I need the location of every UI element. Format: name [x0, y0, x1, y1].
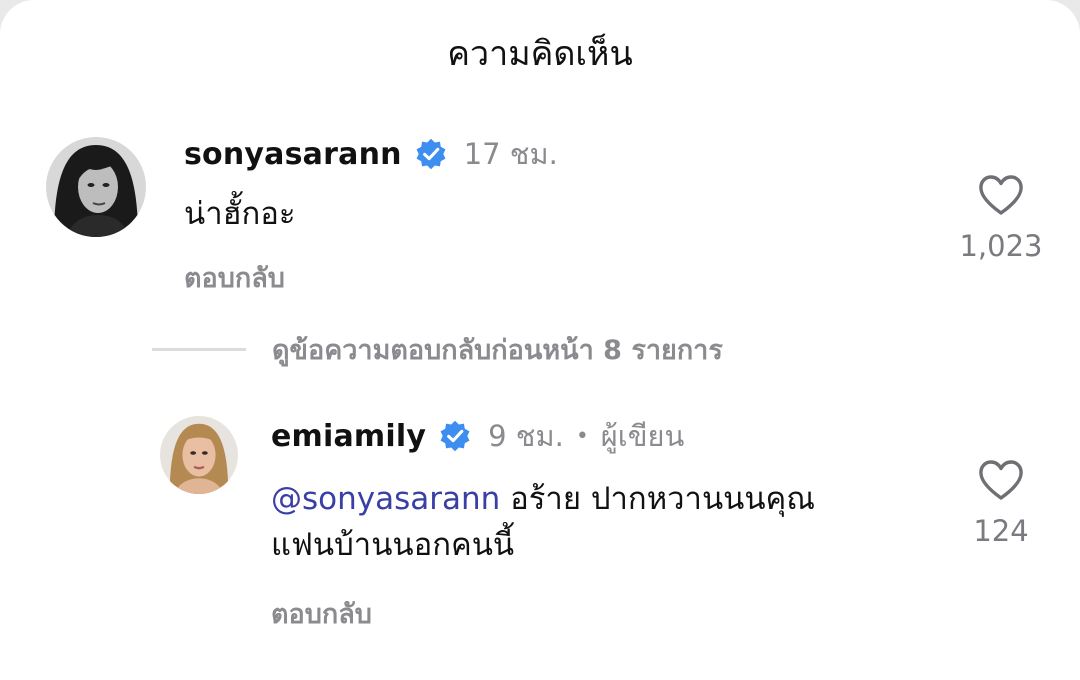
- reply-header: emiamily 9 ชม. • ผู้เขียน: [271, 413, 684, 459]
- view-previous-replies[interactable]: ดูข้อความตอบกลับก่อนหน้า 8 รายการ: [152, 328, 723, 371]
- reply-time: 9 ชม.: [488, 419, 564, 453]
- view-replies-label: ดูข้อความตอบกลับก่อนหน้า 8 รายการ: [272, 335, 723, 366]
- reply-text-line1: อร้าย ปากหวานนนคุณ: [500, 481, 816, 517]
- comments-sheet: ความคิดเห็น sonyasarann 17 ชม. น่าฮั้กอะ…: [0, 0, 1080, 680]
- author-badge: ผู้เขียน: [600, 419, 685, 453]
- like-control: 1,023: [956, 173, 1046, 263]
- reply-text: @sonyasarann อร้าย ปากหวานนนคุณ แฟนบ้านน…: [271, 476, 931, 568]
- like-control: 124: [956, 458, 1046, 548]
- verified-badge-icon: [438, 419, 472, 453]
- heart-icon[interactable]: [977, 458, 1025, 502]
- divider-line: [152, 348, 246, 351]
- sheet-title: ความคิดเห็น: [447, 34, 633, 74]
- avatar[interactable]: [46, 137, 146, 237]
- reply-text-line2: แฟนบ้านนอกคนนี้: [271, 527, 515, 563]
- reply-username[interactable]: emiamily: [271, 419, 426, 454]
- reply-button[interactable]: ตอบกลับ: [184, 256, 285, 299]
- heart-icon[interactable]: [977, 173, 1025, 217]
- comment-username[interactable]: sonyasarann: [184, 137, 402, 172]
- comment-header: sonyasarann 17 ชม.: [184, 131, 558, 177]
- mention-link[interactable]: @sonyasarann: [271, 481, 500, 517]
- comment-time: 17 ชม.: [463, 137, 558, 171]
- like-count: 1,023: [959, 229, 1043, 263]
- verified-badge-icon: [414, 137, 448, 171]
- avatar-image: [46, 137, 146, 237]
- avatar-image: [160, 416, 238, 494]
- avatar[interactable]: [160, 416, 238, 494]
- like-count: 124: [973, 514, 1029, 548]
- separator-dot: •: [575, 423, 589, 449]
- comment-text: น่าฮั้กอะ: [184, 196, 296, 232]
- reply-button[interactable]: ตอบกลับ: [271, 592, 372, 635]
